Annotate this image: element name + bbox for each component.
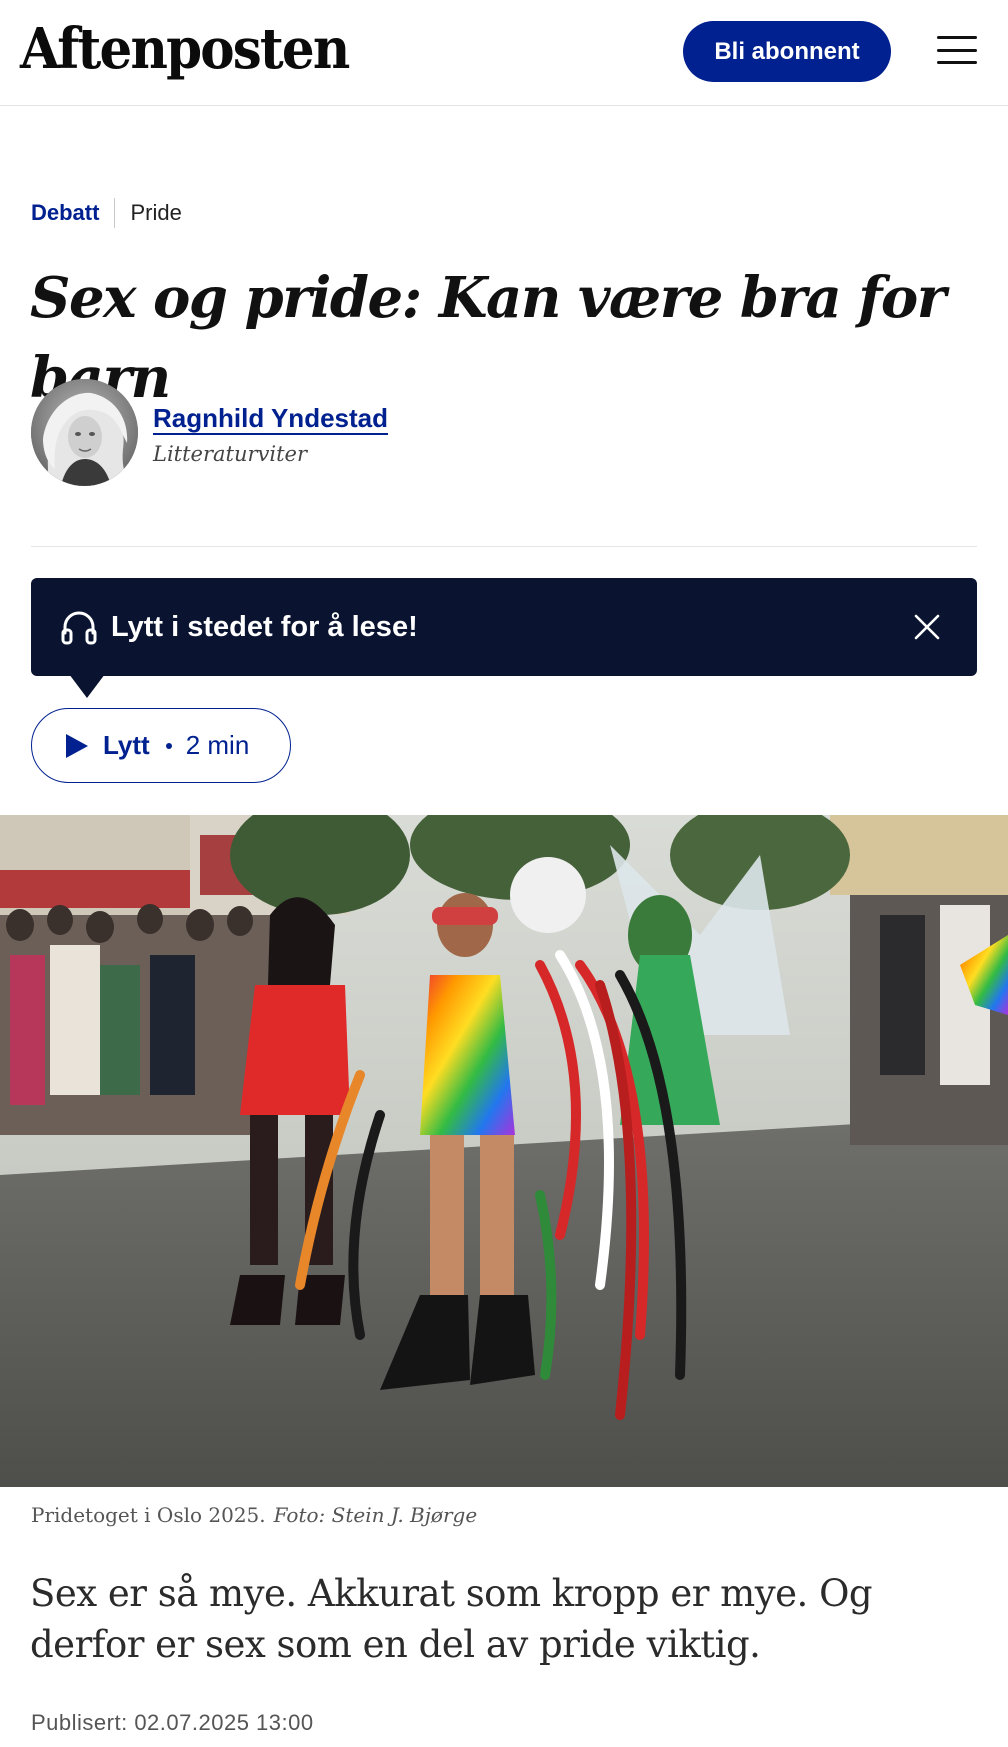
aftenposten-logo[interactable]: Aftenposten [20,14,350,84]
site-header: Aftenposten Bli abonnent [0,0,1008,106]
listen-promo-banner: Lytt i stedet for å lese! [31,578,977,698]
breadcrumb-divider [114,198,116,228]
headphones-icon [61,611,97,645]
play-icon [66,733,88,758]
article-lead: Sex er så mye. Akkurat som kropp er mye.… [30,1572,873,1666]
close-icon[interactable] [911,611,943,643]
breadcrumb: Debatt Pride [31,196,182,230]
image-caption: Pridetoget i Oslo 2025. Foto: Stein J. Bj… [31,1503,477,1527]
listen-play-button[interactable]: Lytt 2 min [31,708,291,783]
section-link-debatt[interactable]: Debatt [31,200,99,226]
published-timestamp: Publisert: 02.07.2025 13:00 [31,1710,314,1735]
author-portrait-image [31,379,138,486]
caption-text: Pridetoget i Oslo 2025. [31,1503,266,1527]
play-label: Lytt [103,730,150,760]
listen-banner-text: Lytt i stedet for å lese! [111,610,418,643]
photo-credit: Foto: Stein J. Bjørge [273,1503,478,1527]
article-hero-image[interactable] [0,815,1008,1487]
author-name-link[interactable]: Ragnhild Yndestad [153,403,388,435]
article-title: Sex og pride: Kan være bra for barn [30,265,946,411]
banner-pointer [69,674,105,698]
separator-dot [165,742,172,749]
hamburger-menu-icon[interactable] [934,30,980,70]
divider [31,546,977,547]
subscribe-button[interactable]: Bli abonnent [683,21,891,82]
section-link-pride[interactable]: Pride [130,200,181,226]
audio-duration: 2 min [185,730,250,760]
pride-parade-photo [0,815,1008,1487]
author-role: Litteraturviter [153,442,308,466]
author-avatar[interactable] [31,379,138,486]
